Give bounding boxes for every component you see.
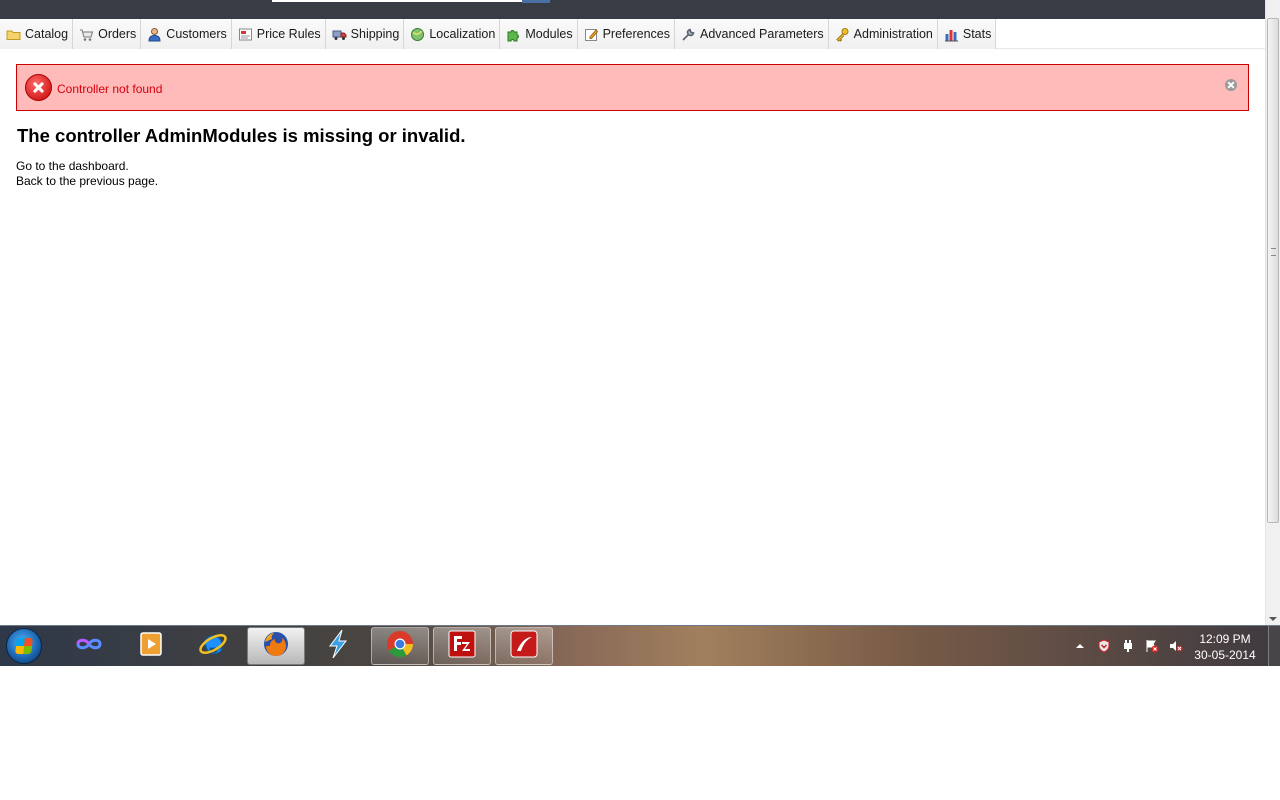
- edit-icon: [584, 27, 599, 42]
- tab-label: Advanced Parameters: [699, 27, 824, 41]
- tab-modules[interactable]: Modules: [500, 19, 578, 49]
- speaker-muted-icon[interactable]: [1169, 639, 1183, 653]
- clock-date: 30-05-2014: [1194, 648, 1256, 662]
- bar-chart-icon: [944, 27, 959, 42]
- chrome-icon: [385, 629, 415, 664]
- tab-advanced-parameters[interactable]: Advanced Parameters: [674, 19, 829, 49]
- key-icon: [835, 27, 850, 42]
- shield-icon[interactable]: [1097, 639, 1111, 653]
- close-icon[interactable]: [1225, 79, 1237, 91]
- internet-explorer-icon: [197, 628, 229, 665]
- error-alert: Controller not found: [16, 64, 1249, 111]
- taskbar-app-firefox[interactable]: [247, 627, 305, 665]
- scrollbar-thumb[interactable]: [1267, 18, 1279, 523]
- header-search-button[interactable]: [522, 0, 550, 3]
- tab-price-rules[interactable]: Price Rules: [231, 19, 326, 49]
- media-player-icon: [137, 630, 165, 663]
- dashboard-link[interactable]: Go to the dashboard.: [16, 159, 129, 173]
- tab-label: Catalog: [25, 27, 69, 41]
- filezilla-icon: [447, 629, 477, 664]
- tab-catalog[interactable]: Catalog: [0, 19, 74, 49]
- tab-label: Price Rules: [256, 27, 321, 41]
- start-button[interactable]: [6, 628, 42, 664]
- price-tag-icon: [238, 27, 253, 42]
- action-center-flag-icon[interactable]: [1145, 639, 1159, 653]
- lightning-app-icon: [324, 628, 352, 665]
- firefox-icon: [260, 628, 292, 665]
- show-desktop-button[interactable]: [1268, 626, 1280, 666]
- infinity-app-icon: [73, 634, 105, 659]
- scroll-down-icon[interactable]: [1269, 617, 1277, 621]
- tab-label: Administration: [853, 27, 933, 41]
- taskbar-app-filezilla[interactable]: [433, 627, 491, 665]
- taskbar: 12:09 PM 30-05-2014: [0, 625, 1280, 666]
- back-link[interactable]: Back to the previous page.: [16, 174, 158, 188]
- taskbar-app-media-player[interactable]: [122, 627, 180, 665]
- tab-orders[interactable]: Orders: [73, 19, 142, 49]
- tab-label: Shipping: [350, 27, 400, 41]
- globe-icon: [410, 27, 425, 42]
- puzzle-icon: [506, 27, 521, 42]
- system-clock[interactable]: 12:09 PM 30-05-2014: [1188, 631, 1262, 663]
- folder-icon: [6, 27, 21, 42]
- tab-stats[interactable]: Stats: [937, 19, 997, 49]
- admin-header: [0, 0, 1265, 19]
- tab-label: Preferences: [602, 27, 670, 41]
- tab-label: Customers: [166, 27, 227, 41]
- power-plug-icon[interactable]: [1121, 639, 1135, 653]
- tab-label: Localization: [429, 27, 496, 41]
- error-icon: [25, 74, 52, 101]
- cart-icon: [79, 27, 94, 42]
- user-icon: [147, 27, 162, 42]
- vertical-scrollbar[interactable]: [1265, 0, 1280, 625]
- header-search-input[interactable]: [272, 0, 522, 2]
- red-app-icon: [509, 629, 539, 664]
- tab-label: Orders: [98, 27, 137, 41]
- system-tray: [1068, 626, 1188, 666]
- tab-label: Modules: [525, 27, 573, 41]
- error-message: Controller not found: [57, 82, 163, 96]
- tab-administration[interactable]: Administration: [828, 19, 938, 49]
- tab-shipping[interactable]: Shipping: [325, 19, 405, 49]
- wrench-icon: [681, 27, 696, 42]
- truck-icon: [332, 27, 347, 42]
- taskbar-app-lightning[interactable]: [309, 627, 367, 665]
- tab-customers[interactable]: Customers: [141, 19, 232, 49]
- tab-preferences[interactable]: Preferences: [577, 19, 675, 49]
- taskbar-app-infinity[interactable]: [60, 627, 118, 665]
- show-hidden-icons-icon[interactable]: [1073, 639, 1087, 653]
- page-title: The controller AdminModules is missing o…: [17, 125, 466, 146]
- taskbar-app-red[interactable]: [495, 627, 553, 665]
- taskbar-app-chrome[interactable]: [371, 627, 429, 665]
- taskbar-app-internet-explorer[interactable]: [184, 627, 242, 665]
- clock-time: 12:09 PM: [1199, 632, 1251, 646]
- admin-menu: Catalog Orders Customers Price Rules Shi…: [0, 19, 1265, 49]
- tab-localization[interactable]: Localization: [404, 19, 501, 49]
- tab-label: Stats: [962, 27, 992, 41]
